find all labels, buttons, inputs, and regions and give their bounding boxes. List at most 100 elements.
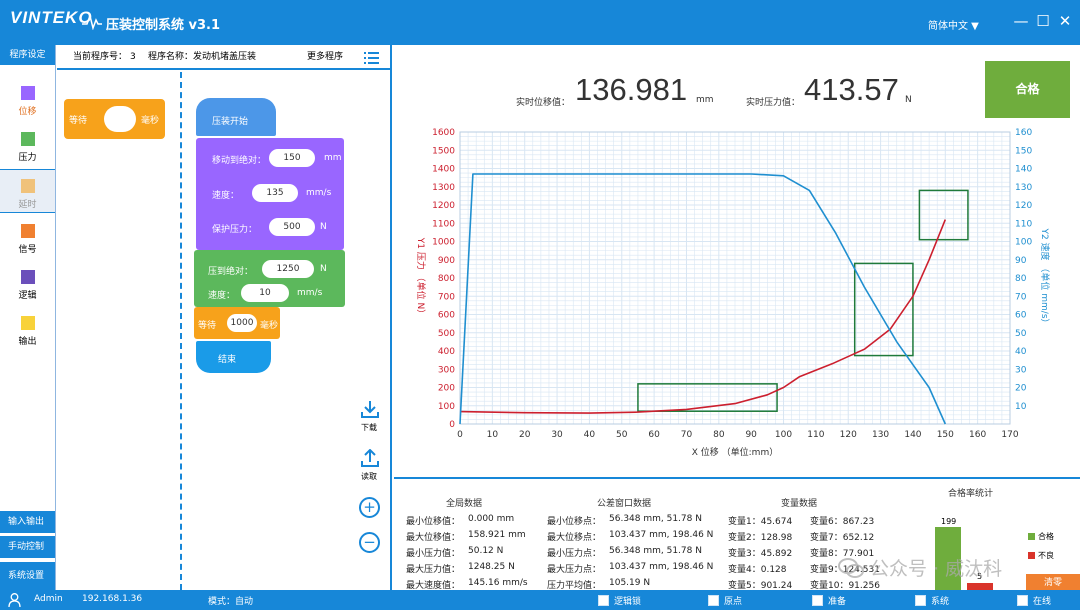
press-start-block[interactable]: 压装开始 [196, 98, 276, 136]
minimize-button[interactable]: — [1012, 12, 1030, 30]
category-logic[interactable]: 逻辑 [0, 261, 55, 305]
y1-tick-label: 1600 [432, 128, 455, 138]
x-tick-label: 60 [648, 430, 660, 440]
variable-data-title: 变量数据 [781, 499, 818, 509]
y1-tick-label: 1500 [432, 146, 455, 156]
watermark-name: 威汰科 [945, 558, 1003, 580]
y1-tick-label: 100 [438, 402, 455, 412]
global-stat-value: 145.16 mm/s [468, 578, 528, 588]
press-absolute-block[interactable]: 压到绝对： 1250 N 速度： 10 mm/s [194, 250, 345, 307]
pressure-color-icon [20, 132, 35, 146]
logic-lock-checkbox[interactable] [598, 595, 609, 606]
program-number: 3 [130, 52, 136, 62]
window-stat-value: 103.437 mm, 198.46 N [609, 562, 714, 572]
y2-axis-label: Y2 速度 （单位 mm/s） [1039, 227, 1051, 327]
end-block[interactable]: 结束 [196, 341, 271, 373]
upload-icon[interactable] [361, 449, 379, 467]
nav-manual-control[interactable]: 手动控制 [0, 536, 55, 558]
protect-pressure-input[interactable]: 500 [269, 218, 315, 236]
system-checkbox[interactable] [915, 595, 926, 606]
x-tick-label: 0 [457, 430, 463, 440]
close-button[interactable]: ✕ [1056, 12, 1074, 30]
yield-stats-title: 合格率统计 [948, 489, 994, 499]
y1-tick-label: 800 [438, 274, 455, 284]
global-stat-value: 1248.25 N [468, 562, 515, 572]
variable-value: 变量3：45.892 [728, 549, 793, 559]
palette-wait-block[interactable]: 等待 毫秒 [64, 99, 165, 139]
global-stat-label: 最小压力值： [406, 549, 461, 559]
y1-tick-label: 300 [438, 365, 455, 375]
x-tick-label: 170 [1001, 430, 1018, 440]
wait-input[interactable]: 1000 [227, 314, 257, 332]
window-stat-label: 最小位移点： [547, 517, 602, 527]
y2-tick-label: 20 [1015, 384, 1027, 394]
nav-system-settings[interactable]: 系统设置 [0, 562, 55, 590]
origin-label: 原点 [724, 597, 743, 607]
download-icon[interactable] [361, 400, 379, 418]
mode-status: 模式：自动 [208, 597, 254, 607]
y2-tick-label: 150 [1015, 146, 1032, 156]
y2-tick-label: 60 [1015, 311, 1027, 321]
delay-color-icon [20, 179, 35, 193]
origin-checkbox[interactable] [708, 595, 719, 606]
user-name: Admin [34, 594, 63, 604]
category-signal[interactable]: 信号 [0, 215, 55, 259]
y2-tick-label: 90 [1015, 256, 1027, 266]
system-label: 系统 [931, 597, 950, 607]
title-bar: VINTEKO 压装控制系统 v3.1 简体中文 ▼ — ☐ ✕ [0, 0, 1080, 45]
press-speed-input[interactable]: 10 [241, 284, 289, 302]
online-checkbox[interactable] [1017, 595, 1028, 606]
x-tick-label: 100 [775, 430, 792, 440]
palette-wait-input[interactable] [104, 106, 136, 132]
list-menu-icon[interactable] [364, 52, 379, 64]
maximize-button[interactable]: ☐ [1034, 12, 1052, 30]
category-delay[interactable]: 延时 [0, 169, 55, 213]
download-label: 下载 [361, 423, 377, 432]
wechat-icon [838, 558, 864, 578]
y1-tick-label: 1300 [432, 183, 455, 193]
output-color-icon [20, 316, 35, 330]
nav-io[interactable]: 输入输出 [0, 511, 55, 533]
category-output[interactable]: 输出 [0, 307, 55, 351]
y1-tick-label: 1400 [432, 165, 455, 175]
window-stat-value: 56.348 mm, 51.78 N [609, 514, 702, 524]
x-tick-label: 90 [745, 430, 757, 440]
global-stat-label: 最小位移值： [406, 517, 461, 527]
x-tick-label: 80 [713, 430, 725, 440]
pulse-logo-icon [82, 14, 102, 30]
x-tick-label: 140 [904, 430, 921, 440]
chart-panel: 实时位移值： 136.981 mm 实时压力值： 413.57 N 合格 0 10… [394, 45, 1080, 477]
signal-color-icon [20, 224, 35, 238]
y1-axis-label: Y1 压力 （单位 N） [415, 237, 427, 319]
category-displacement[interactable]: 位移 [0, 77, 55, 121]
app-window: VINTEKO 压装控制系统 v3.1 简体中文 ▼ — ☐ ✕ 程序设定 位移… [0, 0, 1080, 610]
global-stat-value: 0.000 mm [468, 514, 515, 524]
program-editor: 当前程序号： 3 程序名称： 发动机堵盖压装 更多程序 等待 毫秒 压装开始 移… [57, 45, 392, 590]
brand-logo: VINTEKO [10, 8, 93, 27]
language-select[interactable]: 简体中文 ▼ [928, 17, 979, 32]
wait-block[interactable]: 等待 1000 毫秒 [194, 307, 280, 339]
variable-value: 变量1：45.674 [728, 517, 793, 527]
move-absolute-block[interactable]: 移动到绝对： 150 mm 速度： 135 mm/s 保护压力： 500 N [196, 138, 344, 250]
y1-tick-label: 200 [438, 384, 455, 394]
y1-tick-label: 500 [438, 329, 455, 339]
program-name: 发动机堵盖压装 [193, 52, 257, 62]
window-stat-label: 最小压力点： [547, 549, 602, 559]
program-info-bar: 当前程序号： 3 程序名称： 发动机堵盖压装 更多程序 [57, 45, 392, 70]
y1-tick-label: 600 [438, 311, 455, 321]
zoom-in-button[interactable]: + [359, 497, 380, 518]
move-absolute-input[interactable]: 150 [269, 149, 315, 167]
y2-tick-label: 40 [1015, 347, 1027, 357]
ready-checkbox[interactable] [812, 595, 823, 606]
speed-input[interactable]: 135 [252, 184, 298, 202]
y2-tick-label: 30 [1015, 365, 1027, 375]
press-absolute-input[interactable]: 1250 [262, 260, 314, 278]
app-title: 压装控制系统 v3.1 [106, 18, 221, 33]
y2-tick-label: 50 [1015, 329, 1027, 339]
x-tick-label: 10 [487, 430, 499, 440]
more-programs-link[interactable]: 更多程序 [307, 45, 343, 69]
y2-tick-label: 130 [1015, 183, 1032, 193]
zoom-out-button[interactable]: − [359, 532, 380, 553]
category-pressure[interactable]: 压力 [0, 123, 55, 167]
y1-tick-label: 700 [438, 292, 455, 302]
